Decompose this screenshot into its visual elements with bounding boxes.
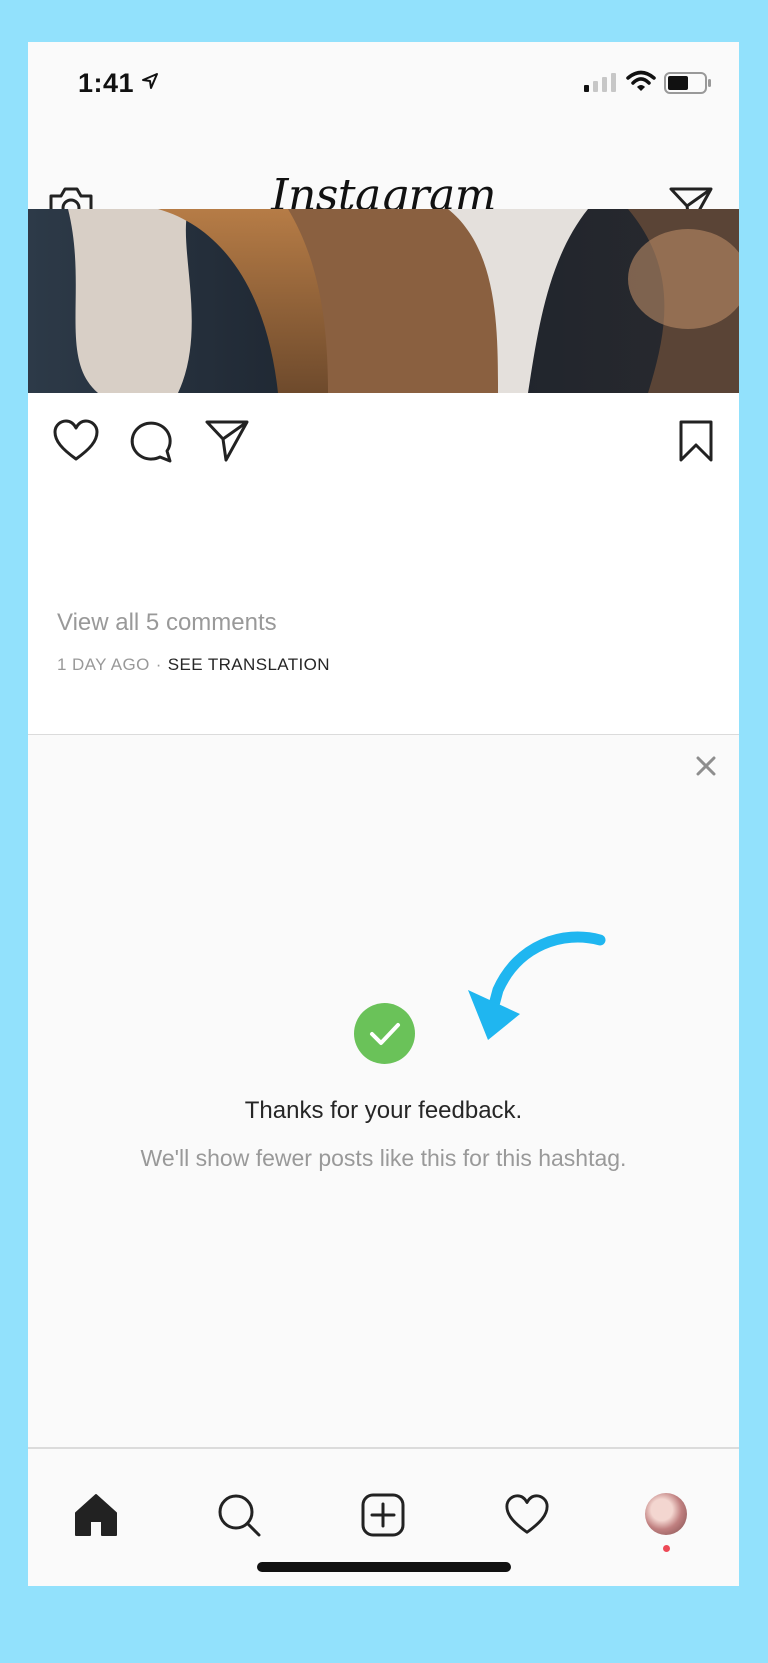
feedback-subtitle: We'll show fewer posts like this for thi… [140, 1145, 627, 1171]
checkmark-icon [354, 1003, 415, 1064]
feedback-title: Thanks for your feedback. [244, 1097, 523, 1124]
view-all-comments-link[interactable]: View all 5 comments [57, 609, 277, 637]
signal-icon [584, 73, 616, 92]
profile-avatar[interactable] [645, 1493, 687, 1535]
post-meta: 1 DAY AGO · SEE TRANSLATION [57, 655, 330, 675]
comment-icon[interactable] [127, 419, 173, 463]
fox-photo [28, 209, 739, 393]
see-translation-link[interactable]: SEE TRANSLATION [168, 655, 330, 674]
post-body: View all 5 comments 1 DAY AGO · SEE TRANSL… [28, 393, 739, 735]
activity-heart-icon[interactable] [504, 1493, 550, 1537]
feedback-panel: Thanks for your feedback. We'll show few… [28, 735, 739, 1448]
heart-icon[interactable] [52, 419, 100, 463]
status-time: 1:41 [78, 68, 135, 98]
battery-icon [664, 72, 711, 94]
meta-separator: · [155, 655, 162, 674]
post-timestamp: 1 DAY AGO [57, 655, 150, 674]
share-icon[interactable] [204, 419, 250, 463]
notification-dot [663, 1545, 670, 1552]
home-indicator[interactable] [257, 1562, 511, 1572]
location-arrow-icon [142, 73, 158, 89]
post-image[interactable] [28, 209, 739, 393]
search-icon[interactable] [217, 1493, 261, 1537]
home-icon[interactable] [74, 1493, 118, 1537]
phone-screen: 1:41 Instagram View all 5 comments 1 DAY… [28, 42, 739, 1586]
wifi-icon [626, 70, 656, 91]
add-post-icon[interactable] [361, 1493, 405, 1537]
close-icon[interactable] [696, 756, 716, 776]
annotation-arrow-icon [468, 931, 606, 1040]
bookmark-icon[interactable] [678, 419, 714, 463]
